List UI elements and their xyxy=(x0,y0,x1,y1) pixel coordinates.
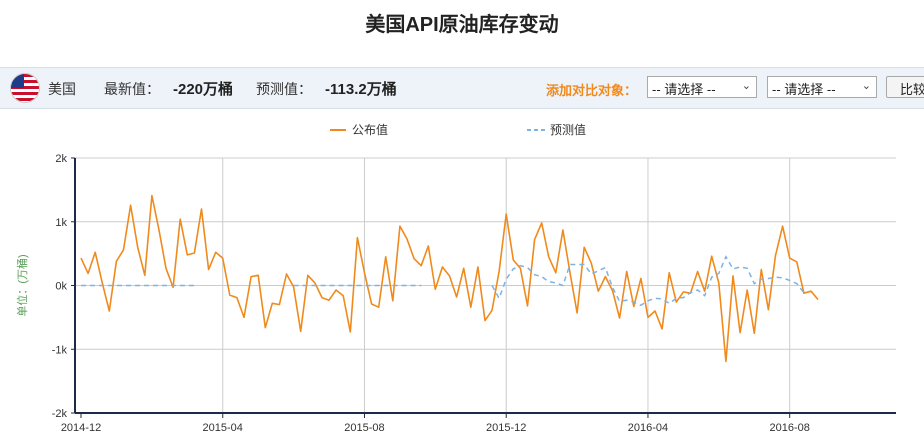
y-tick-label: 2k xyxy=(55,153,67,165)
chart-grid xyxy=(75,157,896,414)
chart-legend: 公布值 预测值 xyxy=(330,122,586,137)
y-tick-label: 1k xyxy=(55,217,67,229)
x-tick-label: 2016-08 xyxy=(770,422,810,434)
y-tick-label: 0k xyxy=(55,281,67,293)
us-flag-icon xyxy=(10,73,40,103)
compare-button[interactable]: 比较 xyxy=(886,76,924,98)
forecast-label: 预测值： xyxy=(256,81,312,97)
chart-series xyxy=(80,194,819,363)
latest-value: -220万桶 xyxy=(173,81,234,98)
x-tick-label: 2016-04 xyxy=(628,422,668,434)
series-line-actual xyxy=(80,194,819,363)
chevron-down-icon: ⌄ xyxy=(741,80,751,92)
legend-label-actual: 公布值 xyxy=(352,122,388,137)
compare-select-1[interactable]: -- 请选择 -- ⌄ xyxy=(647,76,757,98)
line-chart: 公布值 预测值 2k 1k 0k -1k -2k 2014-12 2015-04 2015-08… xyxy=(15,122,896,434)
compare-select-2[interactable]: -- 请选择 -- ⌄ xyxy=(767,76,877,98)
toolbar: 美国 最新值： -220万桶 预测值： -113.2万桶 添加对比对象： -- … xyxy=(0,67,924,109)
forecast-value: -113.2万桶 xyxy=(325,81,397,98)
x-tick-label: 2015-12 xyxy=(486,422,526,434)
y-axis-label: 单位：(万桶) xyxy=(15,254,29,316)
x-tick-label: 2014-12 xyxy=(61,422,101,434)
legend-label-forecast: 预测值 xyxy=(550,122,586,137)
page-title: 美国API原油库存变动 xyxy=(365,14,559,36)
y-tick-label: -1k xyxy=(52,344,68,356)
country-name: 美国 xyxy=(48,81,76,97)
compare-select-2-value: -- 请选择 -- xyxy=(772,82,836,97)
x-tick-label: 2015-08 xyxy=(344,422,384,434)
latest-label: 最新值： xyxy=(104,81,160,97)
x-tick-label: 2015-04 xyxy=(203,422,243,434)
y-tick-label: -2k xyxy=(52,408,68,420)
chevron-down-icon: ⌄ xyxy=(861,80,871,92)
compare-label: 添加对比对象： xyxy=(546,83,638,98)
compare-select-1-value: -- 请选择 -- xyxy=(652,82,716,97)
